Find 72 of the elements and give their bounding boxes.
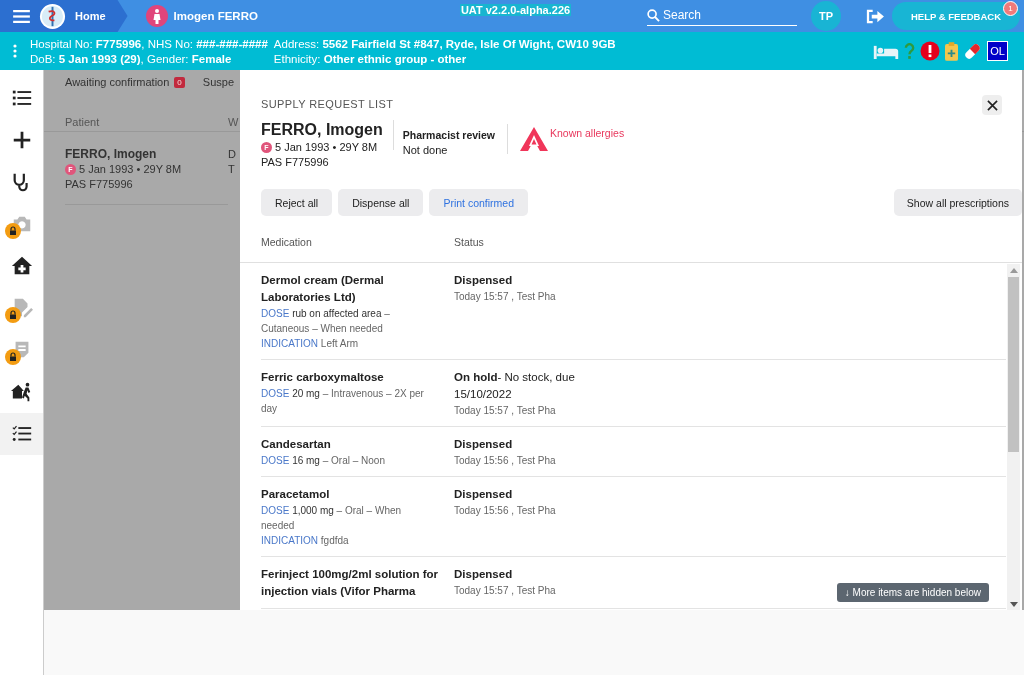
status-text: Dispensed: [454, 273, 514, 288]
medication-name: Candesartan: [261, 437, 332, 452]
patient-detail: Hospital No: F775996, NHS No: ###-###-####: [30, 37, 268, 50]
action-button[interactable]: Print confirmed: [429, 189, 528, 216]
sidebar-item[interactable]: [0, 413, 43, 455]
close-button[interactable]: [982, 95, 1002, 115]
logout-icon[interactable]: [866, 8, 885, 24]
status-time: Today 15:57 , Test Pha: [454, 404, 557, 418]
table-cell: T: [228, 162, 236, 177]
more-items-notice[interactable]: ↓ More items are hidden below: [836, 583, 989, 602]
house-person-icon: [10, 381, 33, 403]
medication-name: Paracetamol: [261, 487, 331, 502]
dose-text: DOSE 20 mg – Intravenous – 2X per day: [261, 387, 425, 416]
search-field[interactable]: Search: [663, 8, 783, 22]
patient-detail: Ethnicity: Other ethnic group - other: [273, 52, 468, 65]
breadcrumb-home[interactable]: Home: [0, 0, 128, 32]
medication-name: Ferric carboxymaltose: [261, 370, 385, 385]
action-button[interactable]: Reject all: [261, 189, 333, 216]
medication-name: Dermol cream (Dermal Laboratories Ltd): [261, 273, 385, 305]
scroll-down-icon[interactable]: [1009, 602, 1018, 607]
female-icon: [145, 5, 168, 27]
patient-pas: PAS F775996: [65, 177, 134, 192]
patient-name: FERRO, Imogen: [65, 147, 158, 162]
show-all-button[interactable]: Show all prescriptions: [893, 189, 1022, 216]
status-text: Dispensed: [454, 487, 514, 502]
review-label: Pharmacist review: [402, 128, 495, 143]
lock-icon: [5, 307, 21, 323]
tab[interactable]: Suspe: [202, 76, 234, 88]
patient-pas: PAS F775996: [261, 155, 330, 170]
status-time: Today 15:57 , Test Pha: [454, 290, 557, 304]
home-link[interactable]: Home: [75, 10, 106, 22]
lock-icon: [5, 349, 21, 365]
status-badge[interactable]: OL: [987, 41, 1008, 61]
dialog-title: SUPPLY REQUEST LIST: [261, 98, 394, 110]
column-header: Patient: [65, 116, 101, 130]
indication-text: INDICATION fgdfda: [261, 534, 350, 548]
status-time: Today 15:56 , Test Pha: [454, 454, 557, 468]
column-header: W: [228, 116, 239, 130]
count-badge: 0: [174, 76, 185, 88]
patient-dob: 5 Jan 1993 • 29Y 8M: [275, 140, 378, 155]
version-label: UAT v2.2.0-alpha.226: [459, 4, 572, 16]
menu-icon[interactable]: [13, 9, 30, 23]
table-cell: D: [228, 147, 236, 162]
status-time: Today 15:56 , Test Pha: [454, 504, 557, 518]
status-text: On hold- No stock, due 15/10/2022: [454, 370, 576, 402]
patient-name: FERRO, Imogen: [261, 120, 383, 140]
patient-dob: 5 Jan 1993 • 29Y 8M: [79, 162, 182, 177]
lock-icon: [5, 223, 21, 239]
column-header: Status: [454, 236, 484, 248]
indication-text: INDICATION Left Arm: [261, 337, 360, 351]
status-time: Today 15:57 , Test Pha: [454, 584, 557, 598]
clipboard-plus-icon[interactable]: [945, 41, 959, 61]
scrollbar[interactable]: [1007, 264, 1020, 610]
medication-name: Ferinject 100mg/2ml solution for injection vials (Vifor Pharma: [261, 567, 439, 599]
search-icon: [647, 8, 660, 22]
dose-text: DOSE 16 mg – Oral – Noon: [261, 454, 386, 468]
dose-text: DOSE rub on affected area – Cutaneous – When needed: [261, 307, 391, 336]
tab[interactable]: Awaiting confirmation 0: [65, 76, 185, 88]
house-medical-icon: [10, 255, 33, 277]
action-button[interactable]: Dispense all: [338, 189, 424, 216]
close-icon: [986, 99, 998, 111]
allergy-label[interactable]: Known allergies: [550, 126, 625, 141]
patient-detail: DoB: 5 Jan 1993 (29), Gender: Female: [30, 52, 233, 65]
patient-breadcrumb[interactable]: Imogen FERRO: [173, 10, 258, 22]
status-text: Dispensed: [454, 567, 514, 582]
logo-icon: [39, 2, 66, 30]
alert-icon[interactable]: [920, 41, 941, 61]
status-text: Dispensed: [454, 437, 514, 452]
patient-detail: Address: 5562 Fairfield St #847, Ryde, Isle Of Wight, CW10 9GB: [273, 37, 616, 50]
allergy-icon: [519, 126, 549, 152]
column-header: Medication: [261, 236, 313, 248]
review-status: Not done: [402, 143, 449, 158]
